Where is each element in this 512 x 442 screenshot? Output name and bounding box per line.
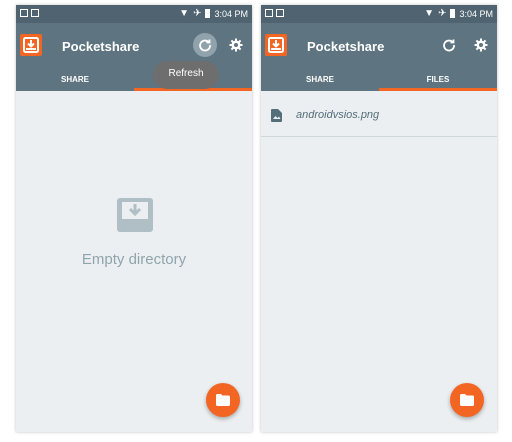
folder-fab-button[interactable]	[450, 383, 484, 417]
status-time: 3:04 PM	[459, 8, 493, 19]
airplane-icon: ✈	[438, 8, 447, 19]
refresh-icon	[443, 39, 455, 52]
folder-icon	[216, 394, 230, 406]
refresh-button[interactable]	[193, 33, 217, 57]
refresh-icon	[199, 39, 211, 52]
download-tray-icon	[265, 34, 287, 56]
status-time: 3:04 PM	[214, 8, 248, 19]
app-bar: Pocketshare	[261, 23, 497, 69]
status-bar: ▼ ✈ 3:04 PM	[261, 5, 497, 23]
wifi-icon: ▼	[179, 8, 190, 19]
file-list-item[interactable]: androidvsios.png	[261, 96, 497, 137]
settings-button[interactable]	[224, 33, 248, 57]
folder-fab-button[interactable]	[206, 383, 240, 417]
notification-icon	[265, 9, 273, 17]
app-bar: Pocketshare	[16, 23, 252, 69]
phone-screen-right: ▼ ✈ 3:04 PM Pocketshare SHARE FILES andr…	[261, 5, 497, 432]
phone-screen-left: ▼ ✈ 3:04 PM Pocketshare SHARE Empty dire…	[16, 5, 252, 432]
battery-icon	[205, 9, 211, 18]
gear-icon	[229, 38, 243, 52]
tab-share[interactable]: SHARE	[16, 69, 134, 91]
notification-icon	[31, 9, 39, 17]
refresh-button[interactable]	[437, 33, 461, 57]
settings-button[interactable]	[469, 33, 493, 57]
download-tray-icon	[20, 34, 42, 56]
airplane-icon: ✈	[193, 8, 202, 19]
notification-icon	[20, 9, 28, 17]
status-bar: ▼ ✈ 3:04 PM	[16, 5, 252, 23]
tab-bar: SHARE FILES	[261, 69, 497, 91]
empty-state-label: Empty directory	[81, 251, 187, 268]
file-name: androidvsios.png	[296, 109, 380, 121]
image-file-icon	[271, 109, 282, 122]
notification-icon	[276, 9, 284, 17]
refresh-tooltip: Refresh	[153, 61, 219, 89]
battery-icon	[450, 9, 456, 18]
folder-icon	[460, 394, 474, 406]
app-title: Pocketshare	[307, 39, 385, 54]
wifi-icon: ▼	[424, 8, 435, 19]
tab-indicator	[379, 88, 497, 91]
app-title: Pocketshare	[62, 39, 140, 54]
tab-share[interactable]: SHARE	[261, 69, 379, 91]
gear-icon	[474, 38, 488, 52]
empty-directory-icon	[117, 198, 153, 232]
